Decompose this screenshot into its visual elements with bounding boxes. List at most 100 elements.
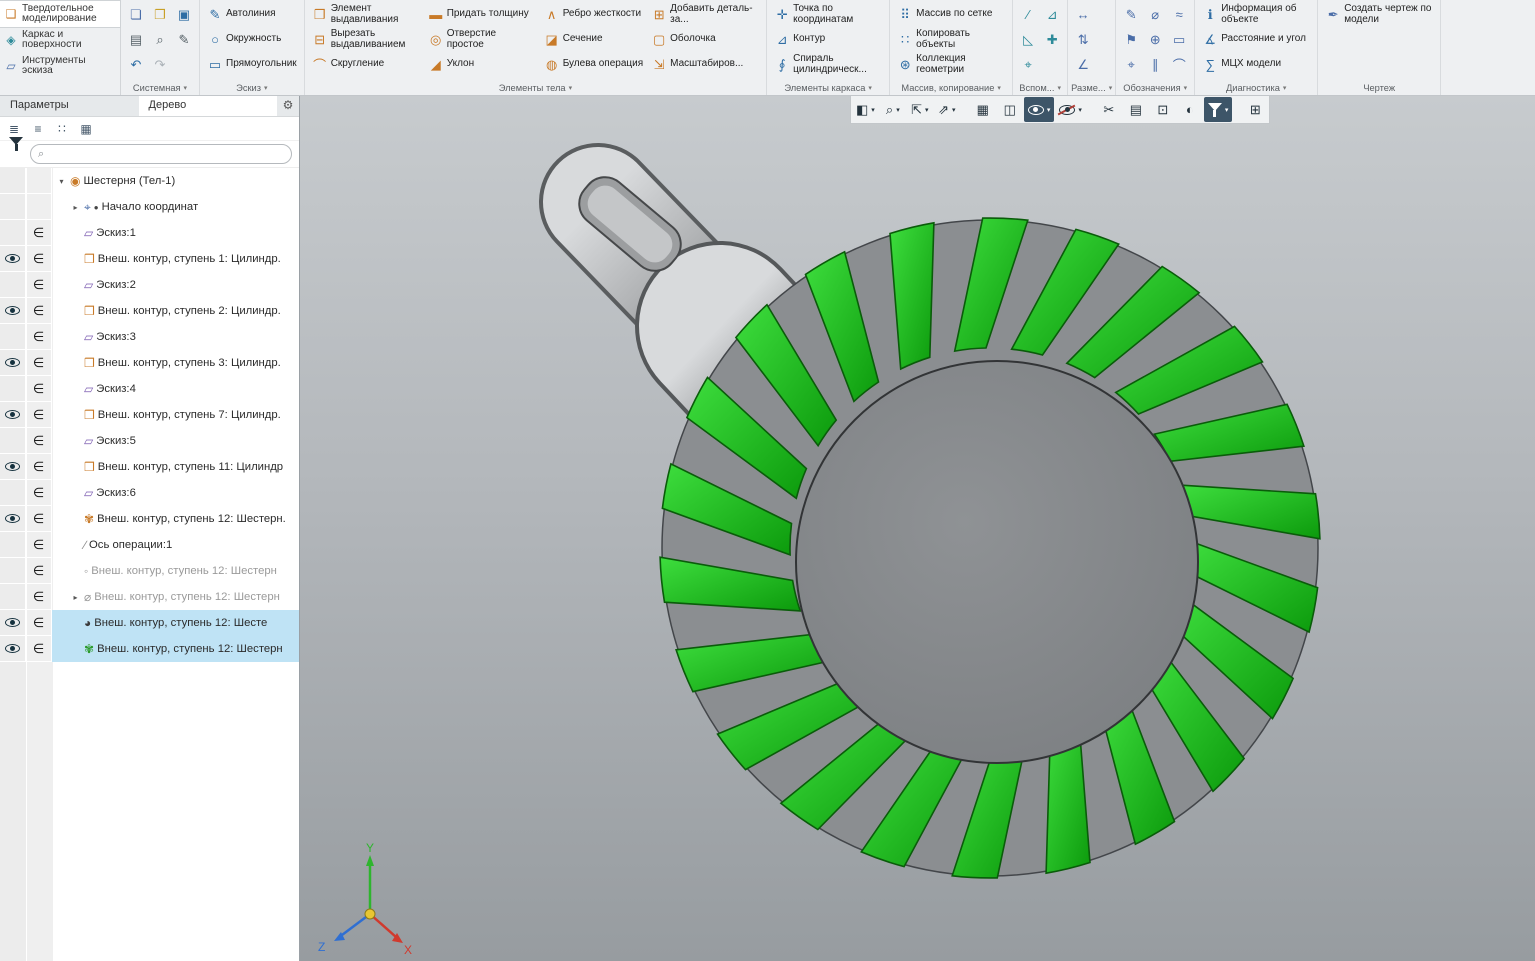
frame-button[interactable]: ▭ — [1167, 27, 1191, 52]
visibility-cell[interactable] — [0, 454, 26, 480]
tree-row[interactable]: ▸ ⌖ ● Начало координат — [0, 194, 299, 220]
inclusion-cell[interactable]: ∈ — [26, 350, 52, 376]
clip-box-button[interactable]: ▤ — [1123, 97, 1149, 122]
tree-row[interactable]: ∈ ◦ Внеш. контур, ступень 12: Шестерн — [0, 558, 299, 584]
inclusion-cell[interactable]: ∈ — [26, 376, 52, 402]
visibility-cell[interactable] — [0, 428, 26, 454]
inclusion-cell[interactable]: ∈ — [26, 272, 52, 298]
tree-row[interactable]: ∈ ✾ Внеш. контур, ступень 12: Шестерн — [0, 636, 299, 662]
hide-objects-button[interactable]: ▾ — [1055, 97, 1086, 122]
tree-row[interactable]: ∈ ❒ Внеш. контур, ступень 3: Цилиндр. — [0, 350, 299, 376]
appearance-button[interactable]: ◐ — [1177, 97, 1203, 122]
ribbon-group-label[interactable]: Массив, копирование ▾ — [893, 81, 1009, 95]
visibility-cell[interactable] — [0, 376, 26, 402]
simple-hole-button[interactable]: ◎ Отверстие простое — [424, 27, 540, 52]
rectangle-button[interactable]: ▭ Прямоугольник — [203, 52, 301, 77]
inclusion-cell[interactable]: ∈ — [26, 246, 52, 272]
visibility-cell[interactable] — [0, 402, 26, 428]
distance-angle-button[interactable]: ∡ Расстояние и угол — [1198, 27, 1314, 52]
tree-row[interactable]: ∈ ◕ Внеш. контур, ступень 12: Шесте — [0, 610, 299, 636]
construction-point-button[interactable]: ✚ — [1040, 27, 1064, 52]
visibility-cell[interactable] — [0, 636, 26, 662]
settings-gear-icon[interactable]: ⚙ — [277, 96, 299, 116]
visibility-cell[interactable] — [0, 584, 26, 610]
thicken-button[interactable]: ▬ Придать толщину — [424, 2, 540, 27]
point-by-coordinates-button[interactable]: ✛ Точка по координатам — [770, 2, 886, 27]
ribbon-group-label[interactable]: Элементы каркаса ▾ — [770, 81, 886, 95]
datum-button[interactable]: ⚑ — [1119, 27, 1143, 52]
new-document-button[interactable]: ❏ — [124, 2, 148, 27]
tree-row[interactable]: ∈ ▱ Эскиз:1 — [0, 220, 299, 246]
center-mark-button[interactable]: ⌖ — [1119, 52, 1143, 77]
create-drawing-button[interactable]: ✒ Создать чертеж по модели — [1321, 2, 1437, 27]
save-button[interactable]: ▣ — [172, 2, 196, 27]
draft-button[interactable]: ◢ Уклон — [424, 52, 540, 77]
print-button[interactable]: ▤ — [124, 27, 148, 52]
redo-button[interactable]: ↷ — [148, 52, 172, 77]
circle-button[interactable]: ○ Окружность — [203, 27, 301, 52]
expander-icon[interactable]: ▸ — [70, 203, 81, 212]
parallel-button[interactable]: ∥ — [1143, 52, 1167, 77]
add-part-button[interactable]: ⊞ Добавить деталь-за... — [647, 2, 763, 27]
inclusion-cell[interactable]: ∈ — [26, 636, 52, 662]
viewport-3d[interactable]: YXZ ◧ ▾ ⌕ ▾ ⇱ ▾ ⇗ ▾ ▦ ◫ ▾ ▾ ✂ ▤ ⊡ ◐ ▾ ⊞ — [300, 96, 1535, 961]
mode-tab-wireframe-surfaces[interactable]: ◈ Каркас и поверхности — [0, 27, 120, 53]
position-button[interactable]: ⊕ — [1143, 27, 1167, 52]
section-button[interactable]: ◪ Сечение — [540, 27, 647, 52]
visibility-cell[interactable] — [0, 558, 26, 584]
ribbon-group-label[interactable]: Системная ▾ — [124, 81, 196, 95]
save-as-button[interactable]: ✎ — [172, 27, 196, 52]
arc-note-button[interactable]: ⌒ — [1167, 52, 1191, 77]
tree-row[interactable]: ∈ ▱ Эскиз:5 — [0, 428, 299, 454]
section-view-button[interactable]: ✂ — [1096, 97, 1122, 122]
tree-row[interactable]: ∈ ❒ Внеш. контур, ступень 11: Цилиндр — [0, 454, 299, 480]
scale-button[interactable]: ⇲ Масштабиров... — [647, 52, 763, 77]
tree-row[interactable]: ∈ ▱ Эскиз:2 — [0, 272, 299, 298]
diameter-button[interactable]: ⌀ — [1143, 2, 1167, 27]
cylindrical-spiral-button[interactable]: ∮ Спираль цилиндрическ... — [770, 52, 886, 77]
inclusion-cell[interactable]: ∈ — [26, 480, 52, 506]
scene-filter-button[interactable]: ▾ — [1203, 97, 1233, 122]
print-preview-button[interactable]: ⌕ — [148, 27, 172, 52]
visibility-cell[interactable] — [0, 298, 26, 324]
ribbon-group-label[interactable]: Эскиз ▾ — [203, 81, 301, 95]
ribbon-group-label[interactable]: Диагностика ▾ — [1198, 81, 1314, 95]
visibility-cell[interactable] — [0, 324, 26, 350]
clip-plane-button[interactable]: ⊡ — [1150, 97, 1176, 122]
undo-button[interactable]: ↶ — [124, 52, 148, 77]
inclusion-cell[interactable]: ∈ — [26, 220, 52, 246]
tree-search-box[interactable]: ⌕ — [30, 144, 292, 164]
vertical-dimension-button[interactable]: ⇅ — [1071, 27, 1095, 52]
gear-teeth[interactable] — [659, 217, 1321, 879]
visibility-cell[interactable] — [0, 480, 26, 506]
tree-search-input[interactable] — [48, 148, 284, 160]
tree-area-select-button[interactable]: ▦ — [75, 119, 97, 139]
coordinate-plane-button[interactable]: ◧ ▾ — [852, 97, 879, 122]
roughness-button[interactable]: ≈ — [1167, 2, 1191, 27]
inclusion-cell[interactable] — [26, 194, 52, 220]
visibility-cell[interactable] — [0, 246, 26, 272]
inclusion-cell[interactable]: ∈ — [26, 558, 52, 584]
inclusion-cell[interactable]: ∈ — [26, 454, 52, 480]
fillet-button[interactable]: ⌒ Скругление — [308, 52, 424, 77]
mode-tab-solid-modeling[interactable]: ❑ Твердотельное моделирование — [0, 1, 120, 27]
visibility-cell[interactable] — [0, 272, 26, 298]
filter-funnel-icon[interactable] — [9, 137, 23, 163]
mass-properties-button[interactable]: ∑ МЦХ модели — [1198, 52, 1314, 77]
tree-row[interactable]: ∈ ❒ Внеш. контур, ступень 7: Цилиндр. — [0, 402, 299, 428]
visibility-cell[interactable] — [0, 506, 26, 532]
visibility-cell[interactable] — [0, 168, 26, 194]
construction-axis-button[interactable]: ∕ — [1016, 2, 1040, 27]
tree-sequence-button[interactable]: ≡ — [27, 119, 49, 139]
open-document-button[interactable]: ❐ — [148, 2, 172, 27]
construction-plane-button[interactable]: ◺ — [1016, 27, 1040, 52]
inclusion-cell[interactable]: ∈ — [26, 506, 52, 532]
expander-icon[interactable]: ▾ — [56, 177, 67, 186]
leader-button[interactable]: ✎ — [1119, 2, 1143, 27]
measure-grid-button[interactable]: ⊞ — [1242, 97, 1268, 122]
construction-surface-button[interactable]: ⊿ — [1040, 2, 1064, 27]
grid-array-button[interactable]: ⠿ Массив по сетке — [893, 2, 1009, 27]
tree-row[interactable]: ∈ ❒ Внеш. контур, ступень 2: Цилиндр. — [0, 298, 299, 324]
tree-row[interactable]: ∈ ▸ ⌀ Внеш. контур, ступень 12: Шестерн — [0, 584, 299, 610]
shaded-view-button[interactable]: ▦ — [970, 97, 996, 122]
